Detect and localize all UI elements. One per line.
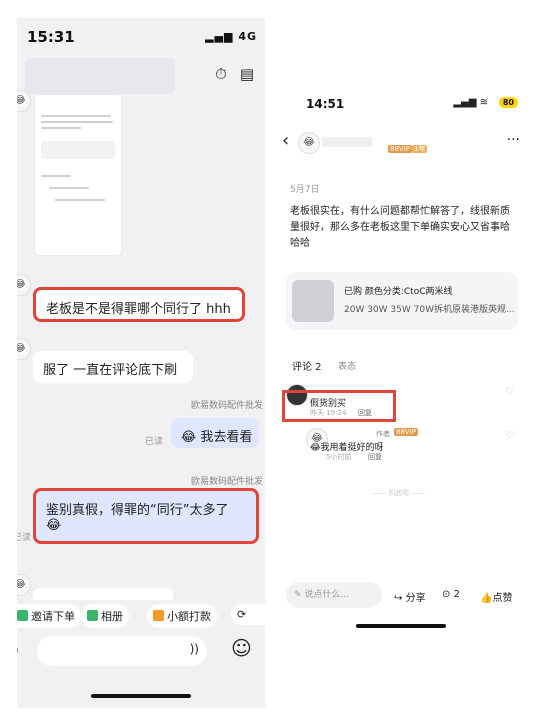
more-icon[interactable]: ··· bbox=[507, 132, 520, 148]
quick-action-invite-order[interactable]: 邀请下单 bbox=[17, 604, 81, 628]
heart-icon[interactable]: ♡ bbox=[505, 386, 514, 397]
vip-badge: 88VIP bbox=[394, 428, 418, 436]
comment-input[interactable]: ✎ 说点什么... bbox=[286, 582, 382, 608]
my-message-bubble: 鉴别真假，得罪的“同行”太多了 😂 bbox=[33, 488, 259, 544]
product-card[interactable]: 已购 颜色分类:CtoC两米线 20W 30W 35W 70W拆机原装港版英规.… bbox=[286, 272, 518, 330]
product-desc: 20W 30W 35W 70W拆机原装港版英规... bbox=[344, 305, 515, 315]
signal-icon: ▂▄▆ bbox=[205, 30, 239, 43]
notes-icon[interactable]: ▤ bbox=[237, 64, 257, 84]
share-icon: ↪ bbox=[394, 593, 403, 604]
home-indicator bbox=[91, 694, 191, 698]
invite-icon bbox=[17, 610, 28, 621]
shared-screenshot-thumbnail[interactable] bbox=[35, 95, 121, 255]
quick-action-album[interactable]: 相册 bbox=[81, 604, 129, 628]
tab-emotes[interactable]: 表态 bbox=[338, 359, 356, 372]
status-time: 15:31 bbox=[27, 28, 75, 46]
home-indicator bbox=[356, 624, 446, 628]
message-bubble: 服了 一直在评论底下刷 bbox=[33, 351, 193, 383]
product-image bbox=[292, 280, 334, 322]
comment-time: 5小时前 bbox=[326, 453, 352, 461]
message-text: 鉴别真假，得罪的“同行”太多了 bbox=[46, 503, 229, 518]
like-button[interactable]: 👍点赞 bbox=[480, 589, 512, 604]
status-network: ▂▄▆ 4G bbox=[205, 30, 257, 43]
author-tag: 作者 bbox=[376, 430, 390, 438]
emoji: 😂 bbox=[46, 518, 62, 533]
message-input[interactable]: )) bbox=[37, 636, 207, 666]
left-phone-chat: 15:31 ▂▄▆ 4G ⏱ ▤ 😂 😂 老板是不是得罪哪个同行了 hhh 😂 … bbox=[17, 18, 265, 708]
avatar[interactable]: 😂 bbox=[298, 132, 320, 154]
voice-icon[interactable]: ◗ bbox=[17, 642, 18, 658]
post-date: 5月7日 bbox=[290, 185, 320, 195]
chat-title-blurred bbox=[25, 58, 175, 94]
comment-button[interactable]: ⊙ 2 bbox=[442, 589, 460, 600]
sender-name: 欧易数码配件批发 bbox=[190, 401, 263, 411]
quick-action-more[interactable]: ⟳ bbox=[231, 604, 265, 625]
timer-icon[interactable]: ⏱ bbox=[211, 64, 231, 84]
message-bubble: 老板是不是得罪哪个同行了 hhh bbox=[33, 287, 245, 322]
back-icon[interactable]: ‹ bbox=[282, 130, 289, 151]
read-status: 已读 bbox=[17, 533, 32, 543]
payment-icon bbox=[153, 610, 164, 621]
end-of-list: —— 到底啦 —— bbox=[372, 489, 426, 497]
my-message-bubble: 😂 我去看看 bbox=[171, 418, 259, 448]
read-status: 已读 bbox=[145, 437, 164, 447]
avatar[interactable]: 😂 bbox=[17, 274, 31, 296]
quick-action-small-payment[interactable]: 小额打款 bbox=[147, 604, 217, 628]
battery-badge: 80 bbox=[498, 97, 518, 108]
share-button[interactable]: ↪ 分享 bbox=[394, 589, 426, 604]
pencil-icon: ✎ bbox=[294, 590, 305, 600]
image-icon bbox=[87, 610, 98, 621]
reply-link[interactable]: 回复 bbox=[368, 452, 382, 462]
heart-icon[interactable]: ♡ bbox=[505, 430, 514, 441]
reply-link[interactable]: 回复 bbox=[358, 408, 372, 418]
status-time: 14:51 bbox=[306, 97, 345, 111]
message-bubble-partial bbox=[33, 588, 173, 600]
vip-badge: 88VIP 1年 bbox=[388, 145, 428, 153]
tab-comments[interactable]: 评论 2 bbox=[292, 358, 322, 373]
voice-wave-icon[interactable]: )) bbox=[190, 642, 199, 656]
comment-time: 昨天 19:24 bbox=[310, 409, 347, 417]
review-text: 老板很实在，有什么问题都帮忙解答了，线很新质量很好，那么多在老板这里下单确实安心… bbox=[290, 206, 510, 249]
comment-icon: ⊙ bbox=[442, 589, 451, 600]
avatar[interactable]: 😂 bbox=[17, 338, 31, 360]
product-bought: 已购 颜色分类:CtoC两米线 bbox=[344, 287, 453, 297]
emoji-icon[interactable]: ☺ bbox=[231, 636, 252, 660]
username-blurred bbox=[322, 137, 372, 147]
sender-name: 欧易数码配件批发 bbox=[190, 477, 263, 487]
right-phone-review: 14:51 ▂▄▆ ≋ 80 ‹ 😂 88VIP 1年 ··· 5月7日 老板很实… bbox=[276, 82, 526, 642]
avatar[interactable]: 😂 bbox=[17, 574, 31, 596]
thumb-icon: 👍 bbox=[480, 593, 493, 604]
signal-wifi-icon: ▂▄▆ ≋ bbox=[453, 97, 488, 108]
